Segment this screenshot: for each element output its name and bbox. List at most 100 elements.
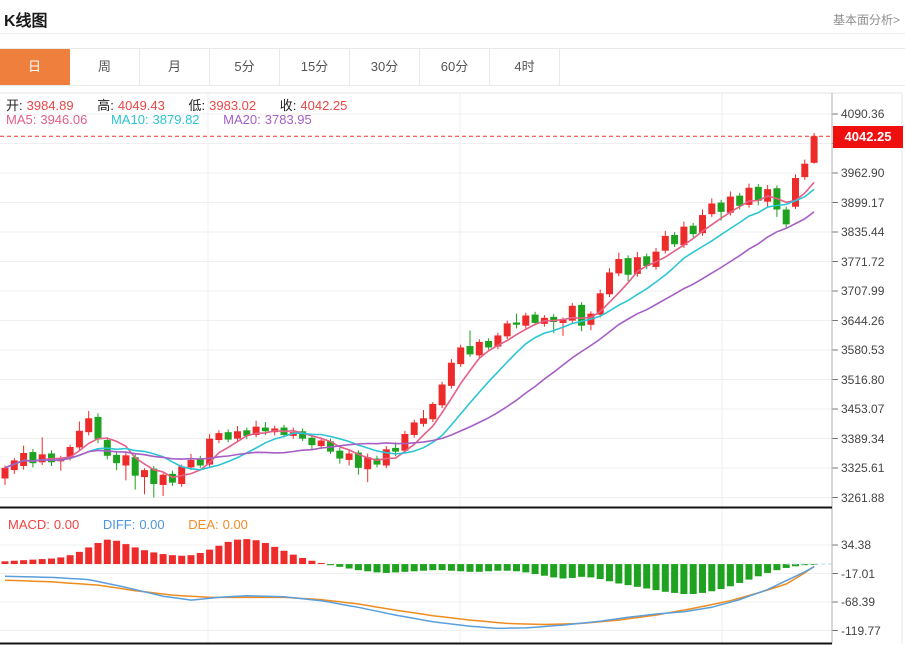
candle[interactable] (262, 422, 269, 435)
candle[interactable] (364, 453, 371, 482)
candle[interactable] (811, 133, 818, 164)
candle[interactable] (541, 315, 548, 327)
candle[interactable] (215, 430, 222, 443)
candle[interactable] (401, 431, 408, 454)
fundamental-analysis-link[interactable]: 基本面分析> (833, 11, 900, 28)
candle[interactable] (773, 185, 780, 216)
candle[interactable] (504, 321, 511, 340)
tab-month[interactable]: 月 (140, 49, 210, 85)
candle[interactable] (113, 451, 120, 470)
candle[interactable] (578, 302, 585, 331)
candle[interactable] (253, 421, 260, 438)
candle[interactable] (736, 193, 743, 210)
candle[interactable] (708, 198, 715, 217)
candle[interactable] (643, 253, 650, 269)
candle[interactable] (680, 222, 687, 248)
candle[interactable] (308, 435, 315, 450)
candle[interactable] (160, 473, 167, 496)
candle[interactable] (95, 413, 102, 443)
candle[interactable] (457, 345, 464, 367)
candle[interactable] (57, 456, 64, 471)
candle[interactable] (615, 253, 622, 277)
candle[interactable] (662, 231, 669, 254)
candle[interactable] (11, 458, 18, 474)
candle[interactable] (420, 410, 427, 427)
candle[interactable] (522, 313, 529, 329)
candle[interactable] (448, 359, 455, 389)
tab-30min[interactable]: 30分 (350, 49, 420, 85)
candle[interactable] (392, 442, 399, 456)
tab-4hour[interactable]: 4时 (490, 49, 560, 85)
candle[interactable] (2, 466, 9, 485)
candle[interactable] (271, 426, 278, 436)
candle[interactable] (48, 450, 55, 466)
candle[interactable] (132, 454, 139, 489)
candle[interactable] (39, 437, 46, 465)
candle[interactable] (346, 449, 353, 466)
candle[interactable] (85, 411, 92, 436)
candle[interactable] (494, 333, 501, 350)
macd-bar (271, 547, 278, 564)
candle[interactable] (411, 420, 418, 438)
candle[interactable] (467, 330, 474, 356)
candle[interactable] (383, 446, 390, 468)
macd-bar (29, 560, 36, 564)
candle[interactable] (792, 174, 799, 209)
candle[interactable] (476, 339, 483, 358)
tab-15min[interactable]: 15分 (280, 49, 350, 85)
candle[interactable] (532, 312, 539, 325)
candle[interactable] (485, 338, 492, 350)
candle[interactable] (178, 465, 185, 487)
candle[interactable] (290, 428, 297, 439)
candle[interactable] (197, 456, 204, 468)
candle[interactable] (374, 456, 381, 468)
candle[interactable] (597, 290, 604, 318)
candle[interactable] (783, 207, 790, 229)
candle[interactable] (513, 314, 520, 329)
candle[interactable] (141, 468, 148, 494)
candle[interactable] (234, 426, 241, 441)
candle[interactable] (169, 471, 176, 486)
tab-60min[interactable]: 60分 (420, 49, 490, 85)
candle[interactable] (727, 191, 734, 215)
candle[interactable] (625, 255, 632, 281)
candle[interactable] (299, 428, 306, 440)
candle[interactable] (206, 434, 213, 467)
candle[interactable] (718, 200, 725, 221)
candle[interactable] (20, 446, 27, 470)
candle[interactable] (29, 449, 36, 468)
candle[interactable] (67, 445, 74, 461)
candle[interactable] (764, 185, 771, 207)
candle[interactable] (634, 252, 641, 277)
candle[interactable] (550, 314, 557, 333)
candle[interactable] (104, 437, 111, 459)
candle[interactable] (439, 382, 446, 408)
candle[interactable] (569, 303, 576, 323)
candle[interactable] (429, 402, 436, 422)
candle[interactable] (243, 428, 250, 440)
tab-day[interactable]: 日 (0, 49, 70, 85)
candle[interactable] (327, 439, 334, 454)
candle[interactable] (653, 248, 660, 270)
candle[interactable] (671, 232, 678, 247)
candle[interactable] (755, 184, 762, 205)
y-axis-label: 3962.90 (841, 166, 903, 180)
candle[interactable] (699, 210, 706, 236)
candle[interactable] (355, 450, 362, 475)
candle[interactable] (188, 454, 195, 470)
candle[interactable] (606, 268, 613, 297)
candle[interactable] (690, 223, 697, 237)
candle[interactable] (150, 466, 157, 497)
candle[interactable] (122, 452, 129, 481)
candle[interactable] (587, 311, 594, 330)
candle[interactable] (76, 422, 83, 451)
candle[interactable] (560, 317, 567, 336)
tab-5min[interactable]: 5分 (210, 49, 280, 85)
candle[interactable] (336, 448, 343, 464)
candle[interactable] (318, 438, 325, 449)
candle[interactable] (746, 184, 753, 208)
tab-week[interactable]: 周 (70, 49, 140, 85)
candle[interactable] (801, 160, 808, 180)
candle[interactable] (225, 429, 232, 442)
candle[interactable] (281, 425, 288, 437)
